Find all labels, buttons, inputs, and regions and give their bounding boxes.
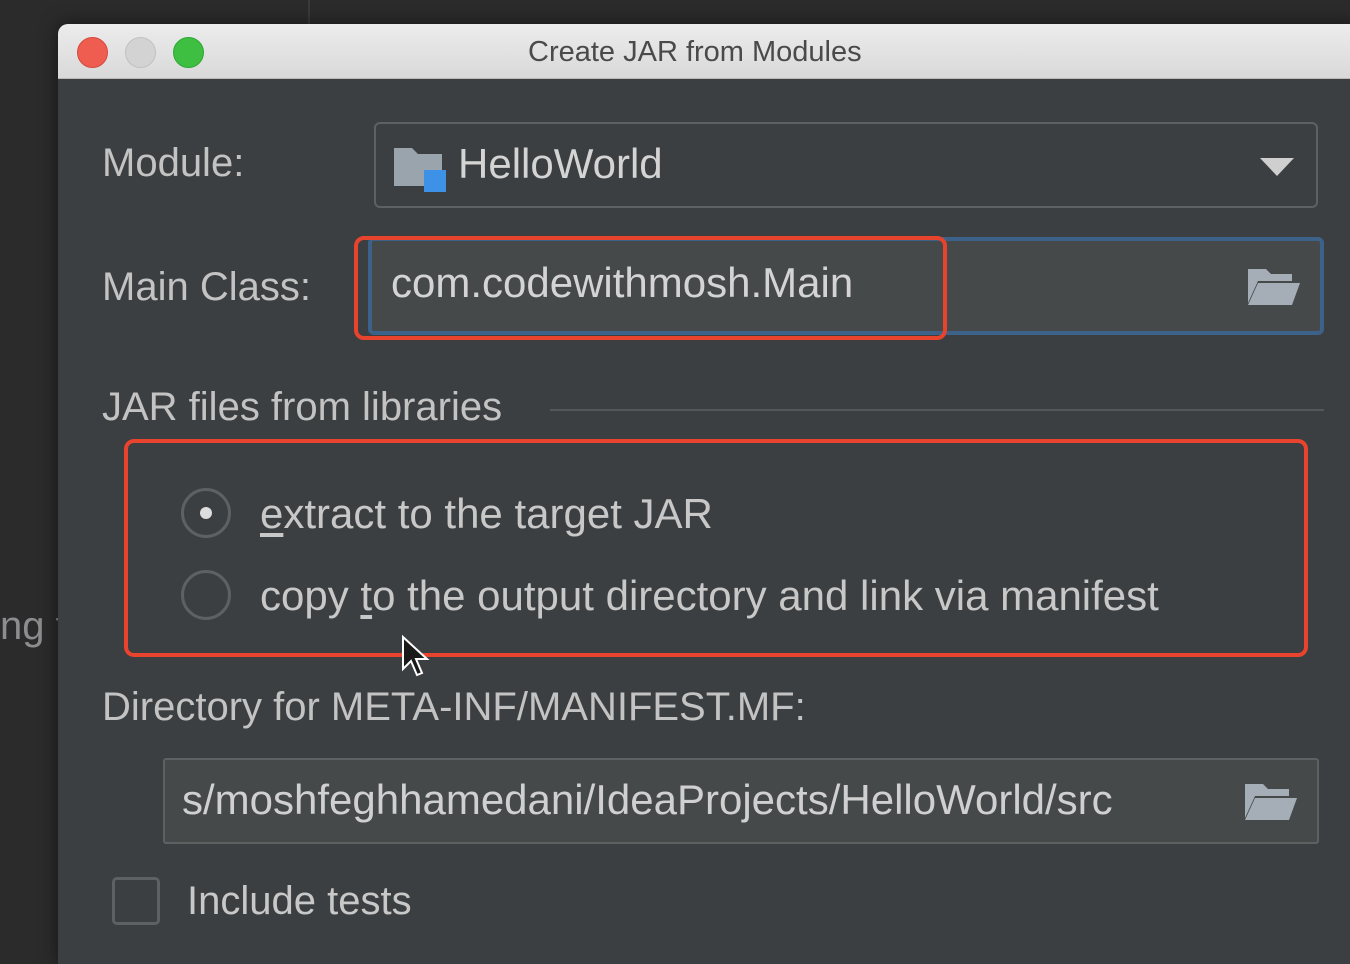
minimize-window-button[interactable] <box>125 37 156 68</box>
include-tests-label[interactable]: Include tests <box>187 879 412 924</box>
create-jar-dialog: Create JAR from Modules Module: HelloWor… <box>58 24 1350 964</box>
section-divider <box>550 409 1324 411</box>
close-window-button[interactable] <box>77 37 108 68</box>
title-bar[interactable]: Create JAR from Modules <box>58 24 1350 79</box>
folder-open-icon[interactable] <box>1246 265 1302 307</box>
maximize-window-button[interactable] <box>173 37 204 68</box>
main-class-label: Main Class: <box>102 265 311 309</box>
manifest-dir-value: s/moshfeghhamedani/IdeaProjects/HelloWor… <box>182 776 1113 823</box>
dialog-title: Create JAR from Modules <box>528 36 862 68</box>
include-tests-checkbox[interactable] <box>112 877 160 925</box>
jar-section-title: JAR files from libraries <box>102 385 503 429</box>
mouse-pointer-icon <box>402 634 430 677</box>
chevron-down-icon[interactable] <box>1260 158 1294 176</box>
folder-open-icon[interactable] <box>1243 780 1299 822</box>
manifest-dir-field[interactable]: s/moshfeghhamedani/IdeaProjects/HelloWor… <box>163 758 1319 844</box>
module-dropdown[interactable]: HelloWorld <box>374 122 1318 208</box>
main-class-highlight <box>354 236 947 340</box>
manifest-dir-label: Directory for META-INF/MANIFEST.MF: <box>102 685 806 729</box>
module-value: HelloWorld <box>458 140 663 187</box>
module-folder-icon <box>394 148 446 192</box>
background-editor-text: ng t <box>0 604 58 648</box>
library-options-highlight <box>124 439 1308 657</box>
module-label: Module: <box>102 141 245 185</box>
